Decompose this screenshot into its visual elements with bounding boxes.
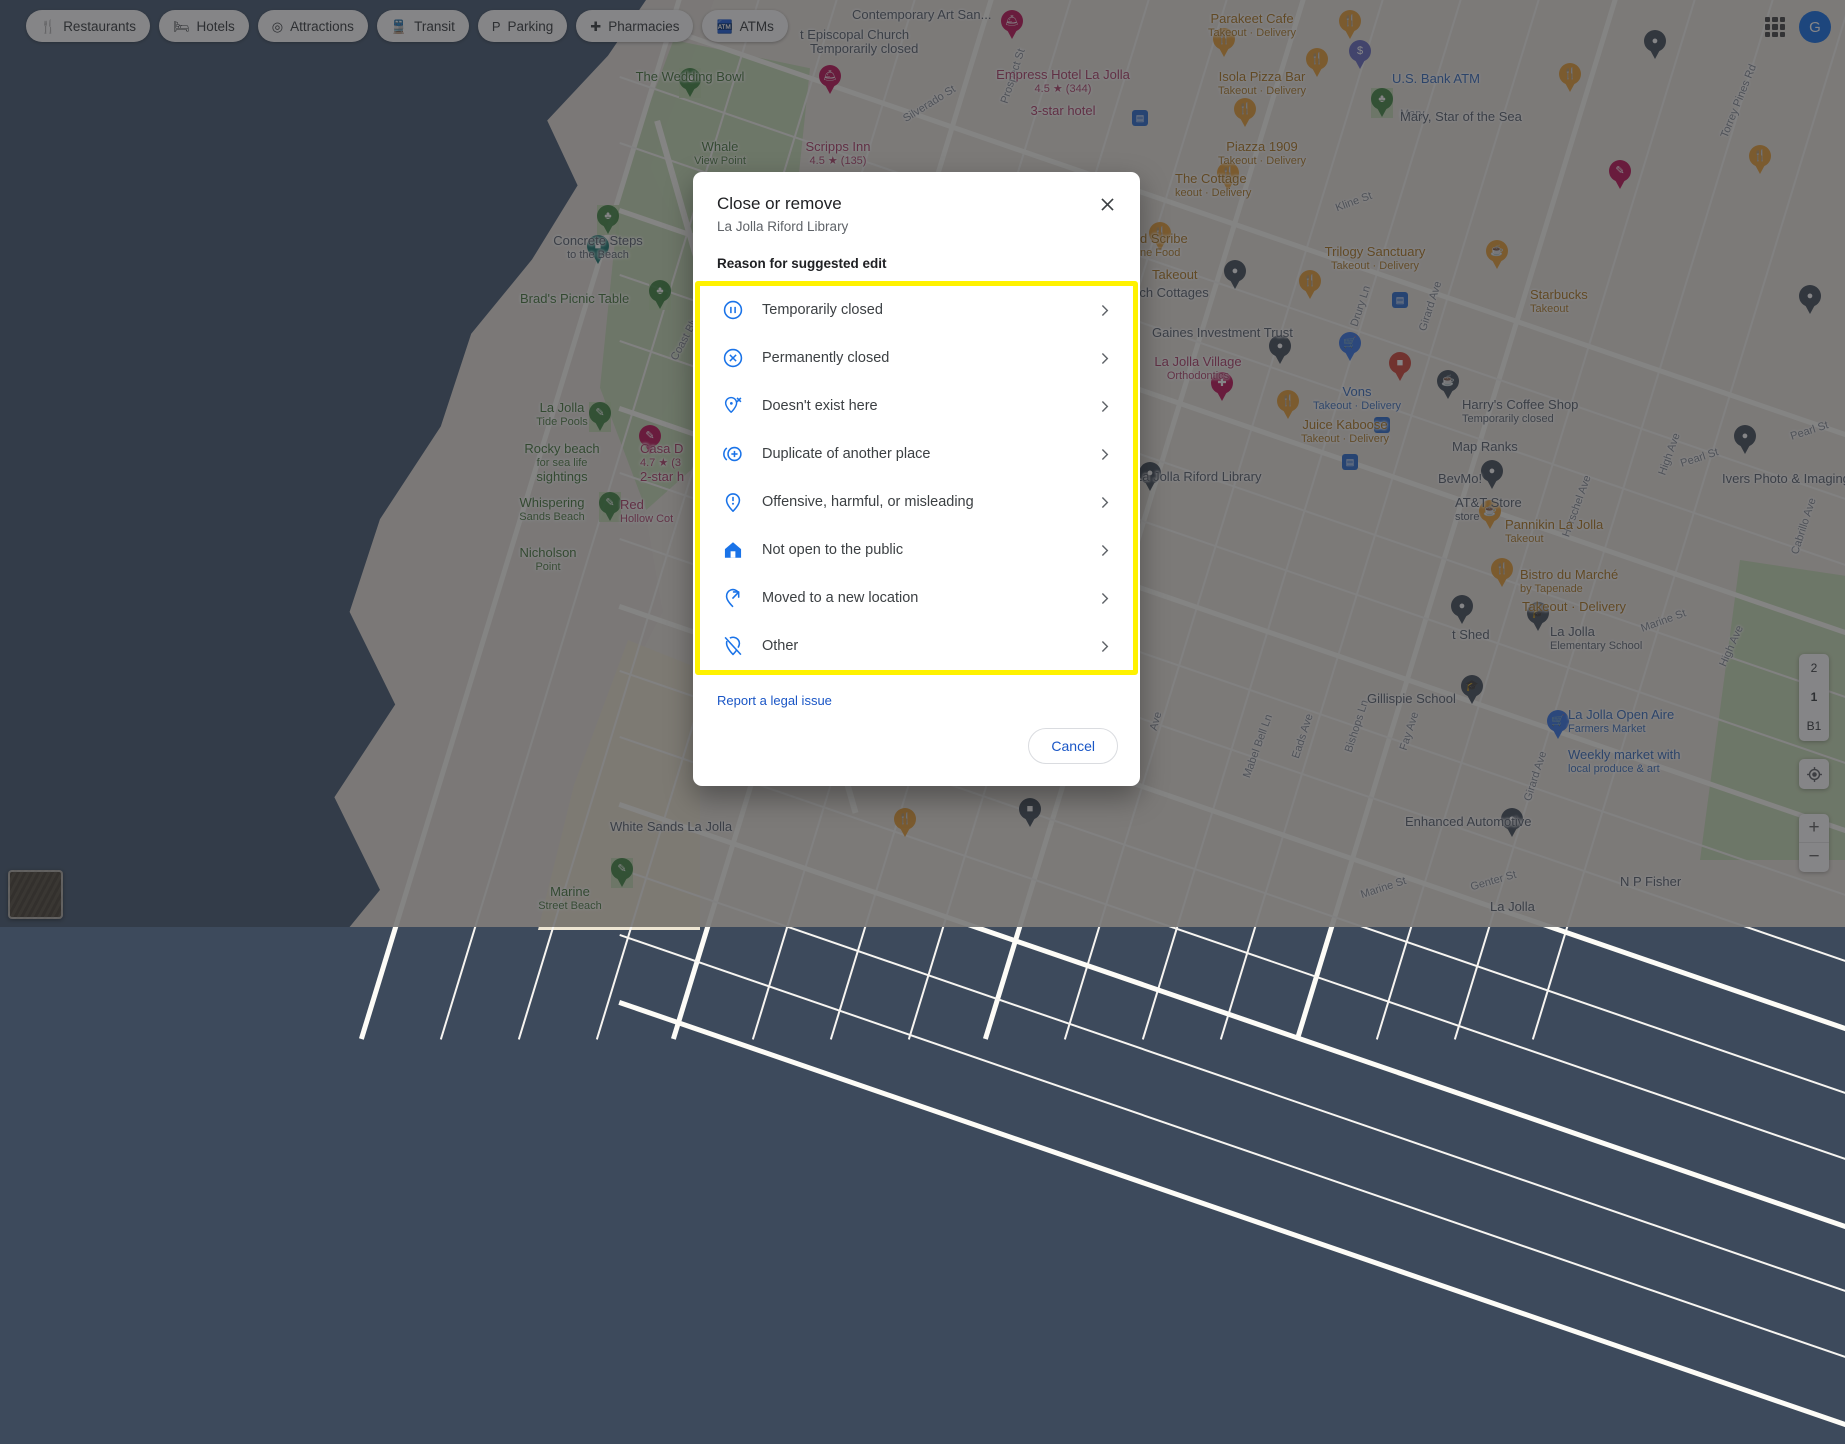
dialog-header: Close or remove La Jolla Riford Library [693, 172, 1140, 234]
pin-slash-icon [722, 635, 744, 657]
pin-exclamation-icon [722, 491, 744, 513]
pin-arrow-icon [722, 587, 744, 609]
x-circle-icon [722, 347, 744, 369]
chevron-right-icon [1096, 638, 1113, 655]
reason-label: Doesn't exist here [762, 398, 1078, 414]
reason-row-pin-arrow[interactable]: Moved to a new location [700, 574, 1133, 622]
chevron-right-icon [1096, 302, 1113, 319]
cancel-button[interactable]: Cancel [1028, 728, 1118, 764]
chevron-right-icon [1096, 398, 1113, 415]
reason-row-duplicate-plus[interactable]: Duplicate of another place [700, 430, 1133, 478]
chevron-right-icon [1096, 446, 1113, 463]
chevron-right-icon [1096, 350, 1113, 367]
chevron-right-icon [1096, 590, 1113, 607]
reason-list: Temporarily closed Permanently closed Does… [695, 281, 1138, 675]
reason-label: Moved to a new location [762, 590, 1078, 606]
reason-row-pin-x[interactable]: Doesn't exist here [700, 382, 1133, 430]
reason-label: Duplicate of another place [762, 446, 1078, 462]
reason-row-pause-circle[interactable]: Temporarily closed [700, 286, 1133, 334]
close-or-remove-dialog: Close or remove La Jolla Riford Library … [693, 172, 1140, 786]
reason-label: Offensive, harmful, or misleading [762, 494, 1078, 510]
chevron-right-icon [1096, 494, 1113, 511]
chevron-right-icon [1096, 542, 1113, 559]
pause-circle-icon [722, 299, 744, 321]
reason-row-home[interactable]: Not open to the public [700, 526, 1133, 574]
duplicate-plus-icon [722, 443, 744, 465]
home-icon [722, 539, 744, 561]
map-street [619, 868, 1845, 1310]
reason-row-pin-exclamation[interactable]: Offensive, harmful, or misleading [700, 478, 1133, 526]
reason-row-x-circle[interactable]: Permanently closed [700, 334, 1133, 382]
report-legal-issue-link[interactable]: Report a legal issue [693, 675, 1140, 714]
dialog-title: Close or remove [717, 194, 1116, 214]
reason-label: Temporarily closed [762, 302, 1078, 318]
reason-label: Other [762, 638, 1078, 654]
close-icon[interactable] [1090, 187, 1124, 221]
reason-label: Not open to the public [762, 542, 1078, 558]
pin-x-icon [722, 395, 744, 417]
map-street [619, 1000, 1845, 1444]
reason-label: Permanently closed [762, 350, 1078, 366]
reason-row-pin-slash[interactable]: Other [700, 622, 1133, 670]
dialog-footer: Cancel [693, 714, 1140, 786]
reason-section-label: Reason for suggested edit [693, 234, 1140, 281]
dialog-subtitle: La Jolla Riford Library [717, 219, 1116, 234]
